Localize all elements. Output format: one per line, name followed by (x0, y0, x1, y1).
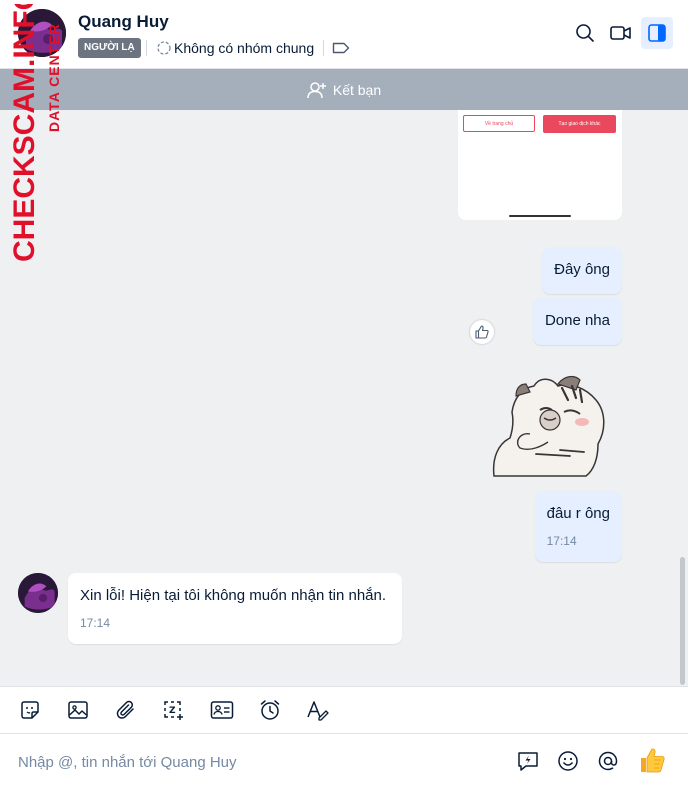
composer (0, 734, 688, 788)
message-text: Xin lỗi! Hiện tại tôi không muốn nhận ti… (80, 587, 387, 604)
attach-icon (116, 700, 134, 719)
image-icon (68, 701, 88, 719)
message-time: 17:14 (80, 616, 111, 630)
cat-sticker[interactable] (490, 372, 610, 478)
message-bubble-outgoing[interactable]: Đây ông (542, 247, 622, 294)
message-scrollbar[interactable] (680, 557, 685, 685)
reminder-button[interactable] (257, 697, 283, 723)
thumbs-up-icon[interactable] (638, 746, 666, 774)
message-text: Done nha (544, 312, 610, 329)
message-bubble-incoming[interactable]: Xin lỗi! Hiện tại tôi không muốn nhận ti… (68, 573, 402, 644)
divider (323, 40, 324, 56)
add-friend-label: Kết bạn (332, 81, 382, 98)
add-friend-bar[interactable]: Kết bạn (0, 69, 688, 110)
contact-card-icon (210, 701, 234, 719)
card-new-transaction-button: Tạo giao dịch khác (543, 115, 616, 133)
message-list: Về trang chủ Tạo giao dịch khác Đây ông … (0, 110, 688, 686)
stranger-badge: NGƯỜI LẠ (78, 38, 141, 58)
react-like-button[interactable] (470, 320, 494, 344)
tag-icon[interactable] (332, 42, 350, 54)
image-button[interactable] (65, 697, 91, 723)
emoji-icon (558, 751, 578, 771)
contact-name[interactable]: Quang Huy (78, 12, 169, 32)
thumbs-up-outline-icon (475, 325, 489, 339)
text-format-button[interactable] (305, 697, 331, 723)
avatar[interactable] (18, 573, 58, 613)
quick-message-button[interactable] (515, 748, 541, 774)
watermark-main-text: CHECKSCAM.INFO (8, 4, 41, 262)
chat-header: Quang Huy NGƯỜI LẠ Không có nhóm chung (0, 0, 688, 69)
sticker-button[interactable] (17, 697, 43, 723)
sticker-icon (21, 701, 39, 719)
message-text: đâu r ông (546, 505, 610, 522)
reminder-icon (260, 700, 280, 720)
group-icon (157, 41, 171, 55)
add-friend-icon (307, 81, 326, 98)
watermark: CHECKSCAM.INFO DATA CENTER (8, 4, 62, 262)
attach-file-button[interactable] (113, 697, 139, 723)
message-bubble-outgoing[interactable]: đâu r ông 17:14 (534, 491, 622, 562)
svg-text:Z: Z (169, 706, 176, 716)
sidebar-toggle-button[interactable] (641, 17, 673, 49)
text-format-icon (307, 701, 329, 721)
common-groups-text[interactable]: Không có nhóm chung (174, 40, 314, 56)
composer-toolbar: Z (0, 686, 688, 734)
search-button[interactable] (569, 17, 601, 49)
card-home-indicator (509, 215, 571, 217)
quick-message-icon (518, 752, 538, 771)
divider (146, 40, 147, 56)
sidebar-toggle-icon (648, 24, 666, 42)
video-call-button[interactable] (605, 17, 637, 49)
contact-card-button[interactable] (209, 697, 235, 723)
message-input[interactable] (18, 750, 488, 774)
screenshot-icon: Z (164, 701, 183, 720)
search-icon (576, 24, 594, 42)
screenshot-button[interactable]: Z (161, 697, 187, 723)
video-call-icon (610, 26, 631, 40)
mention-button[interactable] (595, 748, 621, 774)
message-text: Đây ông (554, 261, 610, 278)
message-bubble-outgoing[interactable]: Done nha (532, 298, 622, 345)
watermark-sub-text: DATA CENTER (46, 23, 62, 132)
mention-icon (598, 751, 618, 771)
card-home-button: Về trang chủ (463, 115, 535, 132)
message-time: 17:14 (546, 534, 577, 548)
emoji-button[interactable] (555, 748, 581, 774)
shared-image-card[interactable]: Về trang chủ Tạo giao dịch khác (458, 110, 622, 220)
